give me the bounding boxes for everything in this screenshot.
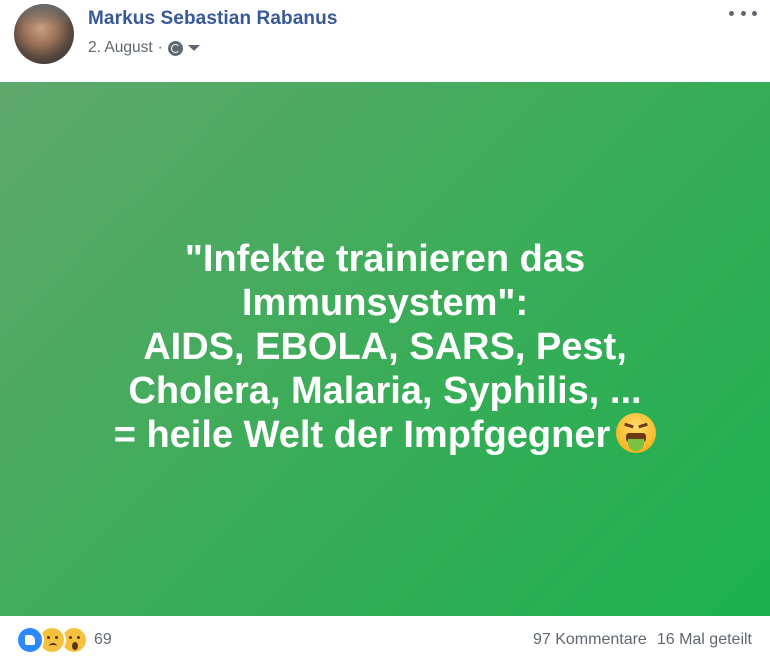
more-options-icon[interactable]	[729, 4, 757, 22]
like-icon	[16, 626, 44, 654]
globe-icon[interactable]	[167, 40, 183, 56]
meta-separator: ·	[157, 39, 163, 56]
post-text-line: AIDS, EBOLA, SARS, Pest,	[143, 326, 627, 368]
post-stats: 97 Kommentare 16 Mal geteilt	[533, 631, 752, 649]
post-text-line: Cholera, Malaria, Syphilis, ...	[128, 370, 642, 412]
chevron-down-icon[interactable]	[187, 45, 200, 51]
post-content-banner[interactable]: "Infekte trainieren das Immunsystem": AI…	[0, 82, 770, 616]
author-name[interactable]: Markus Sebastian Rabanus	[88, 8, 337, 30]
comments-count[interactable]: 97 Kommentare	[533, 631, 647, 649]
post-text-line: = heile Welt der Impfgegner	[113, 414, 611, 456]
more-dot	[729, 10, 734, 16]
post-text-line: Immunsystem":	[241, 282, 529, 324]
more-dot	[740, 10, 746, 16]
more-dot	[752, 10, 757, 16]
reaction-count[interactable]: 69	[94, 631, 112, 649]
post-card: Markus Sebastian Rabanus 2. August · "In…	[0, 0, 770, 664]
post-text-line: "Infekte trainieren das	[184, 238, 586, 280]
reactions-summary[interactable]: 69	[16, 626, 112, 654]
vomiting-face-icon	[616, 413, 657, 453]
post-date[interactable]: 2. August	[88, 39, 153, 57]
post-header: Markus Sebastian Rabanus 2. August ·	[0, 0, 770, 82]
post-text: "Infekte trainieren das Immunsystem": AI…	[35, 237, 735, 457]
avatar[interactable]	[14, 4, 74, 64]
post-text-line-last: = heile Welt der Impfgegner	[35, 413, 735, 457]
post-footer: 69 97 Kommentare 16 Mal geteilt	[0, 616, 770, 664]
shares-count[interactable]: 16 Mal geteilt	[657, 631, 752, 649]
post-meta: 2. August ·	[88, 38, 200, 58]
